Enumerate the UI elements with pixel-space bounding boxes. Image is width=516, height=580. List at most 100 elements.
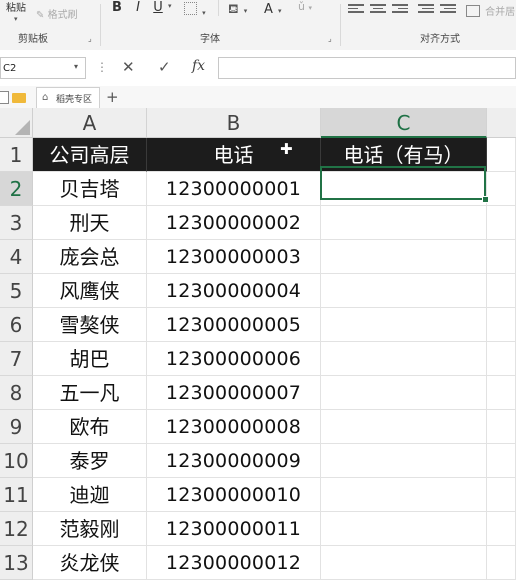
paste-button[interactable]: 粘贴 ▾ xyxy=(6,0,40,23)
phone-cell[interactable]: 12300000011 xyxy=(147,512,321,546)
empty-cell[interactable] xyxy=(487,172,516,206)
phone-cell[interactable]: 12300000005 xyxy=(147,308,321,342)
empty-cell[interactable] xyxy=(321,274,487,308)
column-header-d[interactable] xyxy=(487,108,516,138)
phone-cell[interactable]: 12300000010 xyxy=(147,478,321,512)
name-cell[interactable]: 迪迦 xyxy=(33,478,147,512)
fill-color-button[interactable]: ⛾ ▾ xyxy=(228,0,256,17)
border-button[interactable]: ▾ xyxy=(184,0,210,17)
column-header-c[interactable]: C xyxy=(321,108,487,138)
clipboard-launcher-icon[interactable]: ⌟ xyxy=(88,34,92,43)
empty-cell[interactable] xyxy=(321,444,487,478)
row-header-4[interactable]: 4 xyxy=(0,240,33,274)
empty-cell[interactable] xyxy=(487,342,516,376)
chevron-down-icon: ▾ xyxy=(278,7,282,15)
italic-button[interactable]: I xyxy=(132,0,144,15)
align-left-icon[interactable] xyxy=(348,2,364,14)
header-cell[interactable]: 公司高层 xyxy=(33,138,147,172)
phone-cell[interactable]: 12300000001 xyxy=(147,172,321,206)
empty-cell[interactable] xyxy=(321,512,487,546)
merge-center-button[interactable]: 合并居 xyxy=(466,0,516,18)
bold-button[interactable]: B xyxy=(110,0,124,15)
empty-cell[interactable] xyxy=(487,444,516,478)
phone-cell[interactable]: 12300000004 xyxy=(147,274,321,308)
paste-label: 粘贴 xyxy=(6,3,26,14)
phone-cell[interactable]: 12300000012 xyxy=(147,546,321,580)
empty-cell[interactable] xyxy=(321,240,487,274)
row-header-10[interactable]: 10 xyxy=(0,444,33,478)
empty-cell[interactable] xyxy=(487,512,516,546)
format-painter-button[interactable]: ✎ 格式刷 xyxy=(36,6,90,22)
row-header-5[interactable]: 5 xyxy=(0,274,33,308)
fill-handle[interactable] xyxy=(482,196,489,203)
empty-cell[interactable] xyxy=(321,546,487,580)
phone-cell[interactable]: 12300000003 xyxy=(147,240,321,274)
empty-cell[interactable] xyxy=(487,546,516,580)
indent-decrease-icon[interactable] xyxy=(418,2,434,14)
phone-cell[interactable]: 12300000006 xyxy=(147,342,321,376)
name-cell[interactable]: 雪獒侠 xyxy=(33,308,147,342)
name-cell[interactable]: 五一凡 xyxy=(33,376,147,410)
empty-cell[interactable] xyxy=(487,410,516,444)
insert-function-icon[interactable]: fx xyxy=(192,58,205,74)
empty-cell[interactable] xyxy=(321,308,487,342)
empty-cell[interactable] xyxy=(321,410,487,444)
name-cell[interactable]: 范毅刚 xyxy=(33,512,147,546)
name-cell[interactable]: 风鹰侠 xyxy=(33,274,147,308)
font-extra-button[interactable]: ǔ ▾ xyxy=(298,0,326,14)
empty-cell[interactable] xyxy=(487,206,516,240)
indent-increase-icon[interactable] xyxy=(440,2,456,14)
underline-button[interactable]: U xyxy=(152,0,164,15)
header-cell[interactable]: 电话 xyxy=(147,138,321,172)
folder-icon[interactable] xyxy=(12,93,26,103)
row-header-6[interactable]: 6 xyxy=(0,308,33,342)
name-box-dropdown-icon[interactable]: ▾ xyxy=(74,62,78,71)
brush-icon: ✎ xyxy=(36,10,45,21)
add-tab-button[interactable]: + xyxy=(106,88,119,106)
empty-cell[interactable] xyxy=(321,206,487,240)
formula-input[interactable] xyxy=(218,57,516,79)
name-cell[interactable]: 炎龙侠 xyxy=(33,546,147,580)
name-cell[interactable]: 贝吉塔 xyxy=(33,172,147,206)
empty-cell[interactable] xyxy=(487,376,516,410)
phone-cell[interactable]: 12300000002 xyxy=(147,206,321,240)
phone-cell[interactable]: 12300000007 xyxy=(147,376,321,410)
page-icon[interactable] xyxy=(0,91,9,104)
name-cell[interactable]: 胡巴 xyxy=(33,342,147,376)
row-header-1[interactable]: 1 xyxy=(0,138,33,172)
empty-cell[interactable] xyxy=(487,478,516,512)
row-header-7[interactable]: 7 xyxy=(0,342,33,376)
empty-cell[interactable] xyxy=(487,308,516,342)
font-color-button[interactable]: A ▾ xyxy=(264,0,292,17)
name-cell[interactable]: 庞会总 xyxy=(33,240,147,274)
empty-cell[interactable] xyxy=(321,478,487,512)
phone-cell[interactable]: 12300000009 xyxy=(147,444,321,478)
empty-cell[interactable] xyxy=(321,342,487,376)
row-header-9[interactable]: 9 xyxy=(0,410,33,444)
row-header-11[interactable]: 11 xyxy=(0,478,33,512)
row-header-2[interactable]: 2 xyxy=(0,172,33,206)
more-icon[interactable]: ⋮ xyxy=(96,60,108,74)
confirm-icon[interactable]: ✓ xyxy=(158,58,171,76)
chevron-down-icon[interactable]: ▾ xyxy=(168,2,172,10)
column-header-b[interactable]: B xyxy=(147,108,321,138)
cancel-icon[interactable]: ✕ xyxy=(122,58,135,76)
align-center-icon[interactable] xyxy=(370,2,386,14)
column-header-a[interactable]: A xyxy=(33,108,147,138)
empty-cell[interactable] xyxy=(487,274,516,308)
row-header-8[interactable]: 8 xyxy=(0,376,33,410)
phone-cell[interactable]: 12300000008 xyxy=(147,410,321,444)
name-cell[interactable]: 刑天 xyxy=(33,206,147,240)
row-header-3[interactable]: 3 xyxy=(0,206,33,240)
empty-cell[interactable] xyxy=(487,240,516,274)
name-cell[interactable]: 泰罗 xyxy=(33,444,147,478)
tab-template-zone[interactable]: ⌂ 稻壳专区 xyxy=(36,87,100,108)
align-right-icon[interactable] xyxy=(392,2,408,14)
empty-cell[interactable] xyxy=(321,376,487,410)
row-header-12[interactable]: 12 xyxy=(0,512,33,546)
row-header-13[interactable]: 13 xyxy=(0,546,33,580)
empty-cell[interactable] xyxy=(487,138,516,172)
name-cell[interactable]: 欧布 xyxy=(33,410,147,444)
font-launcher-icon[interactable]: ⌟ xyxy=(328,34,332,43)
select-all-corner[interactable] xyxy=(0,108,33,138)
